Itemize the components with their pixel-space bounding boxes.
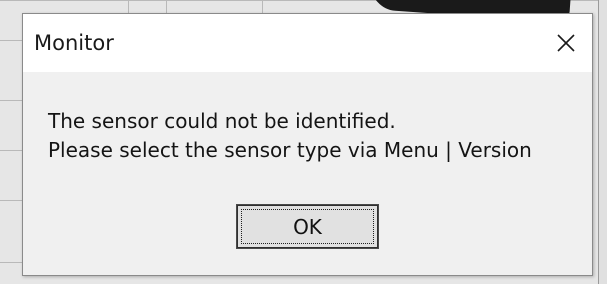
close-icon [557, 34, 575, 52]
message-line: The sensor could not be identified. [48, 109, 396, 133]
background-gridline [0, 150, 22, 151]
message-line: Please select the sensor type via Menu |… [48, 138, 532, 162]
background-gridline [166, 0, 167, 13]
background-gridline [0, 100, 22, 101]
background-gridline [262, 0, 263, 13]
background-gridline [128, 0, 129, 13]
dialog-titlebar[interactable]: Monitor [23, 14, 592, 72]
dialog-title: Monitor [34, 31, 114, 55]
background-gridline [0, 40, 22, 41]
dialog-message: The sensor could not be identified. Plea… [48, 107, 532, 165]
dialog-body: The sensor could not be identified. Plea… [23, 72, 592, 275]
background-gridline [0, 200, 22, 201]
close-button[interactable] [540, 14, 592, 72]
background-gridline [0, 262, 22, 263]
message-dialog: Monitor The sensor could not be identifi… [22, 13, 593, 276]
ok-button-label: OK [293, 214, 322, 239]
ok-button[interactable]: OK [236, 204, 379, 249]
background-panel-edge [598, 0, 607, 284]
